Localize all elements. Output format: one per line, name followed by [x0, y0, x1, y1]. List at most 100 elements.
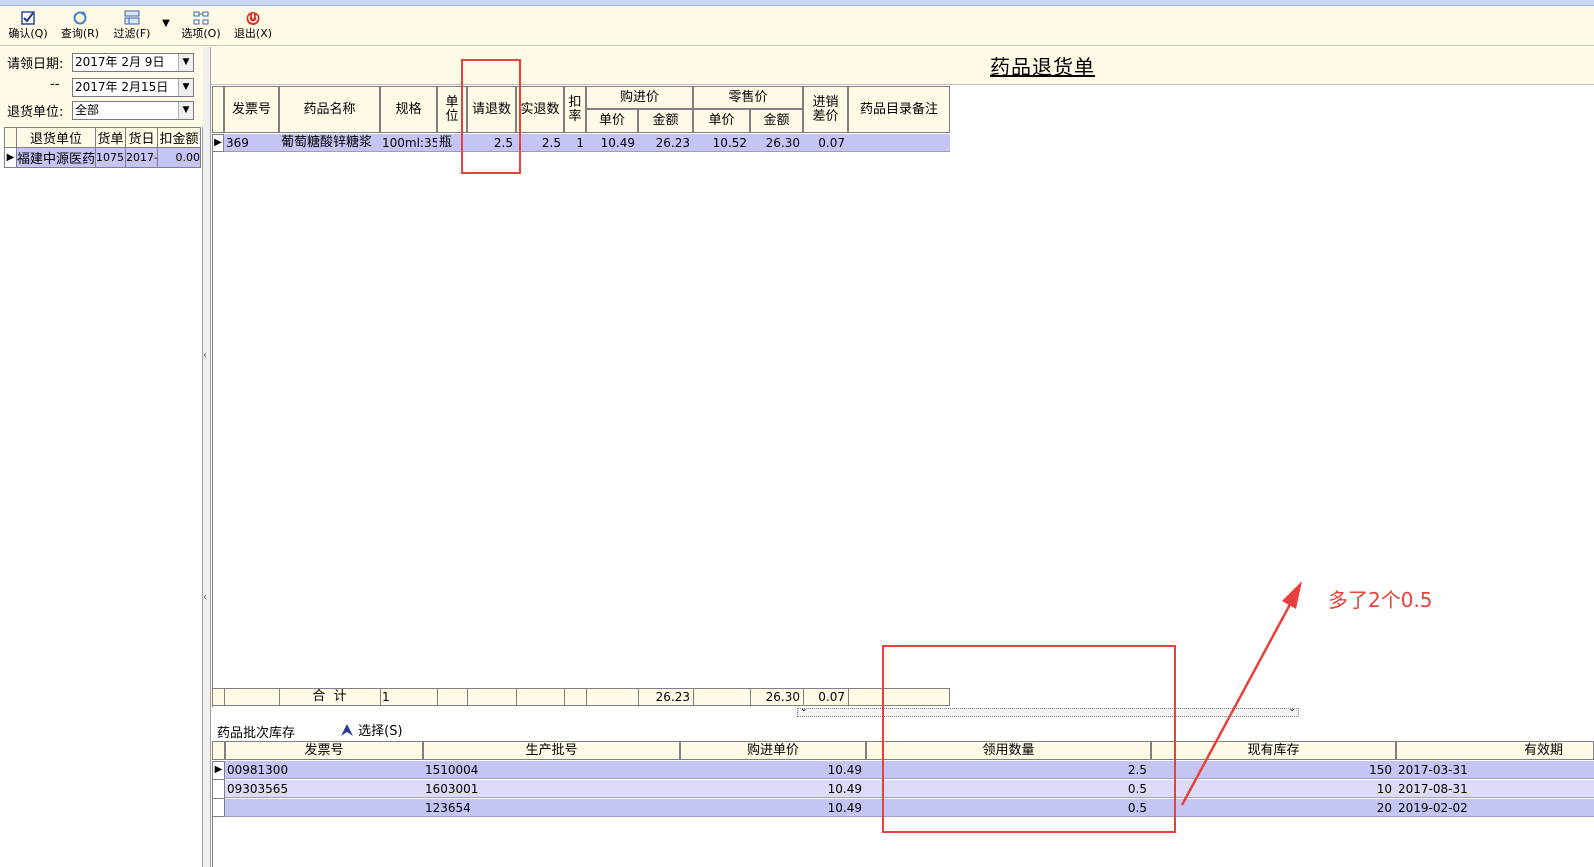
- power-icon: [246, 12, 260, 25]
- annotation-text: 多了2个0.5: [1328, 588, 1433, 612]
- col-unit[interactable]: 单位: [437, 86, 467, 133]
- chevron-down-icon[interactable]: ▼: [178, 102, 193, 119]
- unit-select[interactable]: 全部 ▼: [72, 101, 194, 120]
- col-remark[interactable]: 药品目录备注: [848, 86, 950, 133]
- confirm-button[interactable]: 确认(Q): [6, 8, 50, 44]
- col-bill-date[interactable]: 货日: [125, 127, 158, 148]
- col-batch-expiry[interactable]: 有效期: [1396, 741, 1594, 760]
- date-to-value: 2017年 2月15日: [75, 80, 169, 94]
- cell-purchase-amount: 26.23: [655, 136, 690, 150]
- unit-select-value: 全部: [75, 103, 100, 117]
- checkbox-icon: [21, 11, 35, 25]
- cell-discount-rate: 1: [576, 136, 584, 150]
- return-unit-grid: 退货单位 货单 货日 扣金额 ▶ 福建中源医药 1075 2017- 0.00: [4, 127, 201, 168]
- total-purchase-amount: 26.23: [655, 690, 690, 704]
- cell-margin: 0.07: [818, 136, 845, 150]
- col-batch-used-qty[interactable]: 领用数量: [866, 741, 1151, 760]
- col-spec[interactable]: 规格: [380, 86, 437, 133]
- cell-batch-expiry: 2017-03-31: [1398, 763, 1468, 777]
- query-label: 查询(R): [60, 27, 100, 40]
- grid-line: [380, 688, 381, 706]
- col-invoice[interactable]: 发票号: [224, 86, 279, 133]
- col-batch-invoice[interactable]: 发票号: [225, 741, 423, 760]
- grid-line: [564, 688, 565, 706]
- cell-batch-price: 10.49: [827, 763, 862, 777]
- grid-line: [224, 688, 225, 706]
- cell-batch-invoice: 09303565: [227, 782, 289, 796]
- chevron-left-icon[interactable]: ⌄: [800, 704, 808, 714]
- grid-line: [693, 688, 694, 706]
- date-label: 请领日期:: [7, 57, 64, 72]
- cell-batch-used-qty: 0.5: [1127, 801, 1147, 815]
- row-pointer-icon: ▶: [212, 134, 224, 152]
- date-range-dash: --: [50, 77, 60, 92]
- cell-batch-no: 123654: [425, 801, 471, 815]
- col-actual-qty[interactable]: 实退数: [516, 86, 564, 133]
- col-return-unit[interactable]: 退货单位: [16, 127, 96, 148]
- document-title-bar: [211, 47, 1594, 85]
- grid-line: [467, 688, 468, 706]
- col-retail-price[interactable]: 单价: [693, 109, 750, 133]
- grid-line: [848, 688, 849, 706]
- chevron-down-icon[interactable]: ▼: [178, 79, 193, 96]
- refresh-icon: [73, 11, 87, 25]
- grid-border: [212, 152, 213, 707]
- exit-button[interactable]: 退出(X): [231, 8, 275, 44]
- cell-batch-price: 10.49: [827, 782, 862, 796]
- total-label: 合 计: [312, 689, 347, 704]
- chevron-left-icon[interactable]: ‹: [203, 592, 207, 603]
- total-count: 1: [382, 690, 390, 704]
- grid-line: [212, 798, 225, 799]
- cell-discount-amount: 0.00: [157, 147, 201, 168]
- left-panel: [0, 47, 203, 867]
- cell-unit: 瓶: [439, 135, 453, 150]
- document-title: 药品退货单: [990, 55, 1095, 79]
- select-button[interactable]: 选择(S): [340, 720, 403, 739]
- cell-return-unit: 福建中源医药: [16, 147, 96, 168]
- cell-retail-amount: 26.30: [765, 136, 800, 150]
- options-label: 选项(O): [181, 27, 221, 40]
- exit-label: 退出(X): [233, 27, 273, 40]
- chevron-down-icon[interactable]: ▼: [178, 54, 193, 71]
- annotation-arrow-icon: [1180, 581, 1302, 806]
- select-label: 选择(S): [358, 724, 403, 739]
- col-batch-price[interactable]: 购进单价: [680, 741, 866, 760]
- options-icon: [193, 11, 209, 25]
- col-discount-rate[interactable]: 扣率: [564, 86, 586, 133]
- options-button[interactable]: 选项(O): [179, 8, 223, 44]
- cell-batch-no: 1510004: [425, 763, 479, 777]
- query-button[interactable]: 查询(R): [58, 8, 102, 44]
- grid-border: [212, 817, 213, 867]
- chevron-left-icon[interactable]: ‹: [203, 350, 207, 361]
- cell-batch-used-qty: 2.5: [1127, 763, 1147, 777]
- table-row[interactable]: ▶ 福建中源医药 1075 2017- 0.00: [4, 147, 201, 168]
- col-bill-no[interactable]: 货单: [95, 127, 126, 148]
- cell-actual-qty: 2.5: [541, 136, 561, 150]
- col-group-retail[interactable]: 零售价: [693, 86, 803, 109]
- cell-batch-expiry: 2019-02-02: [1398, 801, 1468, 815]
- col-margin[interactable]: 进销差价: [803, 86, 848, 133]
- unit-label: 退货单位:: [7, 105, 64, 120]
- cell-bill-no: 1075: [95, 147, 126, 168]
- col-drug-name[interactable]: 药品名称: [279, 86, 380, 133]
- col-group-purchase[interactable]: 购进价: [586, 86, 693, 109]
- confirm-label: 确认(Q): [8, 27, 48, 40]
- grid-line: [586, 688, 587, 706]
- cell-drug-name: 葡萄糖酸锌糖浆: [281, 135, 373, 150]
- col-batch-no[interactable]: 生产批号: [423, 741, 680, 760]
- col-retail-amount[interactable]: 金额: [750, 109, 803, 133]
- cell-batch-invoice: 00981300: [227, 763, 289, 777]
- arrow-up-icon: [341, 724, 353, 736]
- panel-splitter[interactable]: ‹ ‹: [203, 47, 211, 867]
- col-purchase-price[interactable]: 单价: [586, 109, 638, 133]
- col-discount-amount[interactable]: 扣金额: [157, 127, 201, 148]
- cell-batch-used-qty: 0.5: [1127, 782, 1147, 796]
- col-purchase-amount[interactable]: 金额: [638, 109, 693, 133]
- row-indicator-header: [212, 86, 224, 133]
- cell-batch-price: 10.49: [827, 801, 862, 815]
- date-to-picker[interactable]: 2017年 2月15日 ▼: [72, 78, 194, 97]
- filter-button[interactable]: 过滤(F): [110, 8, 154, 44]
- date-from-picker[interactable]: 2017年 2月 9日 ▼: [72, 53, 194, 72]
- col-request-qty[interactable]: 请退数: [467, 86, 516, 133]
- grid-line: [212, 779, 225, 780]
